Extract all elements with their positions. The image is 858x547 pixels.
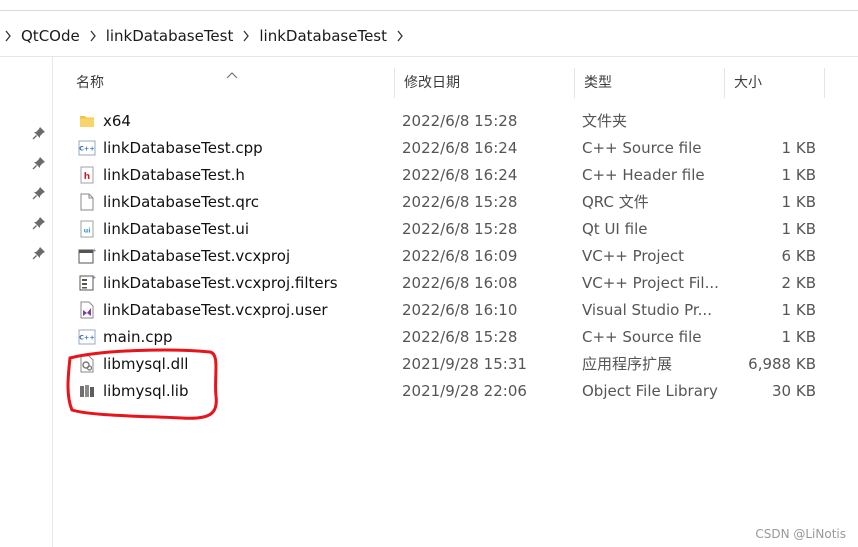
file-name[interactable]: linkDatabaseTest.h [103,162,393,189]
breadcrumb: QtCOde linkDatabaseTest linkDatabaseTest [0,16,858,57]
file-modified-date: 2022/6/8 16:08 [402,274,518,292]
file-size: 1 KB [781,220,816,238]
file-type: Visual Studio Pr... [582,301,712,319]
file-size: 6,988 KB [748,355,816,373]
breadcrumb-item-linkdatabasetest[interactable]: linkDatabaseTest [104,27,236,45]
lib-file-icon [78,382,96,400]
svg-text:h: h [84,172,90,182]
svg-text:C++: C++ [79,145,95,153]
header-file-icon: h [78,166,96,184]
file-row[interactable]: h linkDatabaseTest.h 2022/6/8 16:24 C++ Hea… [66,162,826,189]
svg-text:C++: C++ [79,334,95,342]
pin-icon[interactable] [32,155,46,170]
file-row[interactable]: linkDatabaseTest.qrc 2022/6/8 15:28 QRC 文件… [66,189,826,216]
chevron-right-icon[interactable] [396,30,404,42]
file-name[interactable]: linkDatabaseTest.qrc [103,189,393,216]
dll-file-icon [78,355,96,373]
column-header: 名称 修改日期 类型 大小 [66,68,826,98]
svg-text:++: ++ [93,248,97,254]
file-name[interactable]: linkDatabaseTest.cpp [103,135,393,162]
file-size: 1 KB [781,301,816,319]
file-modified-date: 2022/6/8 16:24 [402,166,518,184]
file-modified-date: 2021/9/28 15:31 [402,355,527,373]
ui-file-icon: ui [78,220,96,238]
file-row[interactable]: C++ linkDatabaseTest.cpp 2022/6/8 16:24 C++… [66,135,826,162]
file-row[interactable]: linkDatabaseTest.vcxproj.user 2022/6/8 16… [66,297,826,324]
file-row[interactable]: x64 2022/6/8 15:28 文件夹 [66,108,826,135]
file-list: x64 2022/6/8 15:28 文件夹 C++ linkDatabaseTest.… [66,108,826,405]
file-modified-date: 2022/6/8 15:28 [402,328,518,346]
file-name[interactable]: libmysql.dll [103,351,393,378]
file-name[interactable]: x64 [103,108,393,135]
breadcrumb-item-linkdatabasetest-sub[interactable]: linkDatabaseTest [257,27,389,45]
breadcrumb-item-qtcode[interactable]: QtCOde [19,27,82,45]
top-divider [0,10,858,11]
file-size: 1 KB [781,139,816,157]
file-name[interactable]: linkDatabaseTest.vcxproj.user [103,297,393,324]
navigation-pane [0,57,53,547]
pin-icon[interactable] [32,125,46,140]
file-row[interactable]: ++ linkDatabaseTest.vcxproj 2022/6/8 16:09… [66,243,826,270]
file-modified-date: 2022/6/8 15:28 [402,220,518,238]
file-type: VC++ Project Fil... [582,274,719,292]
svg-text:++: ++ [92,275,96,281]
file-type: C++ Source file [582,139,702,157]
file-modified-date: 2022/6/8 15:28 [402,193,518,211]
file-type: QRC 文件 [582,193,649,211]
pin-icon[interactable] [32,185,46,200]
file-row[interactable]: libmysql.lib 2021/9/28 22:06 Object File L… [66,378,826,405]
watermark: CSDN @LiNotis [755,527,846,541]
pin-icon[interactable] [32,245,46,260]
column-header-name[interactable]: 名称 [66,68,394,98]
file-size: 1 KB [781,166,816,184]
file-row[interactable]: ++ linkDatabaseTest.vcxproj.filters 2022/6… [66,270,826,297]
column-divider[interactable] [824,68,825,98]
svg-text:ui: ui [84,227,91,235]
chevron-right-icon[interactable] [242,30,250,42]
chevron-right-icon[interactable] [89,30,97,42]
column-header-type[interactable]: 类型 [574,68,724,98]
file-explorer-window: QtCOde linkDatabaseTest linkDatabaseTest [0,0,858,547]
file-row[interactable]: libmysql.dll 2021/9/28 15:31 应用程序扩展 6,988 K… [66,351,826,378]
file-modified-date: 2021/9/28 22:06 [402,382,527,400]
folder-icon [78,112,96,130]
file-type: VC++ Project [582,247,684,265]
file-size: 1 KB [781,328,816,346]
file-name[interactable]: linkDatabaseTest.vcxproj [103,243,393,270]
filters-file-icon: ++ [78,274,96,292]
column-header-date[interactable]: 修改日期 [394,68,574,98]
file-modified-date: 2022/6/8 16:10 [402,301,518,319]
file-size: 30 KB [772,382,816,400]
file-size: 1 KB [781,193,816,211]
file-type: C++ Header file [582,166,705,184]
file-name[interactable]: linkDatabaseTest.vcxproj.filters [103,270,393,297]
file-size: 2 KB [781,274,816,292]
file-size [726,108,816,135]
file-row[interactable]: ui linkDatabaseTest.ui 2022/6/8 15:28 Qt UI… [66,216,826,243]
file-type: Qt UI file [582,220,648,238]
pin-icon[interactable] [32,215,46,230]
file-name[interactable]: main.cpp [103,324,393,351]
cpp-file-icon: C++ [78,328,96,346]
file-type: 文件夹 [582,112,628,130]
chevron-right-icon[interactable] [4,30,12,42]
vcxproj-file-icon: ++ [78,247,96,265]
file-type: 应用程序扩展 [582,355,673,373]
file-name[interactable]: libmysql.lib [103,378,393,405]
file-type: C++ Source file [582,328,702,346]
blank-file-icon [78,193,96,211]
file-modified-date: 2022/6/8 16:24 [402,139,518,157]
vs-user-file-icon [78,301,96,319]
column-header-size[interactable]: 大小 [724,68,824,98]
cpp-file-icon: C++ [78,139,96,157]
file-modified-date: 2022/6/8 15:28 [402,112,518,130]
file-row[interactable]: C++ main.cpp 2022/6/8 15:28 C++ Source file… [66,324,826,351]
file-type: Object File Library [582,382,718,400]
file-size: 6 KB [781,247,816,265]
file-modified-date: 2022/6/8 16:09 [402,247,518,265]
file-name[interactable]: linkDatabaseTest.ui [103,216,393,243]
